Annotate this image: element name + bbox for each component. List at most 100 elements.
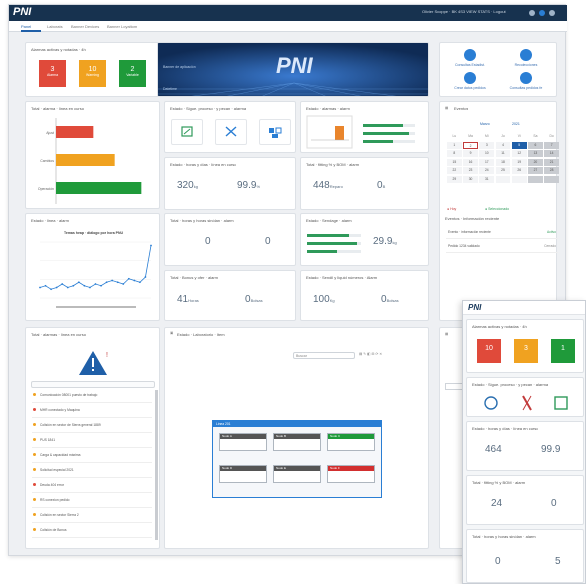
- line-point[interactable]: [55, 286, 58, 289]
- line-point[interactable]: [77, 281, 80, 284]
- calendar-day[interactable]: 4: [495, 141, 511, 149]
- quick-action-label[interactable]: Recolecciones: [508, 63, 544, 67]
- calendar-day[interactable]: 11: [495, 150, 511, 157]
- alarm-row[interactable]: Deuda 404 error: [32, 480, 152, 493]
- bar[interactable]: [56, 126, 94, 138]
- diagram-search-input[interactable]: Buscar: [293, 352, 355, 359]
- chart-tile[interactable]: [171, 119, 203, 145]
- calendar-day[interactable]: 13: [528, 150, 543, 157]
- diagram-node[interactable]: Nodo C: [327, 433, 375, 451]
- event-row[interactable]: Evento · información reciente Activo: [446, 226, 558, 239]
- calendar-day[interactable]: 17: [479, 158, 495, 166]
- user-info[interactable]: Olivier Scoppe · BK 4S3 VIEW STATS · Log…: [422, 9, 506, 14]
- calendar-day[interactable]: [511, 175, 527, 183]
- alarm-filter-input[interactable]: [31, 381, 155, 388]
- diagram-node[interactable]: Nodo F: [327, 465, 375, 483]
- collect-action-icon[interactable]: [520, 49, 532, 61]
- line-point[interactable]: [50, 288, 52, 291]
- notification-icon[interactable]: [529, 10, 535, 16]
- diagram-node[interactable]: Nodo D: [219, 465, 267, 483]
- quick-action-label[interactable]: Consultas Estadist.: [452, 63, 488, 67]
- tab-panel[interactable]: Panel: [21, 24, 31, 29]
- alarm-row[interactable]: Colisión en sector Sierra 2: [32, 510, 152, 523]
- line-point[interactable]: [61, 283, 64, 285]
- line-point[interactable]: [127, 277, 130, 280]
- line-point[interactable]: [116, 281, 119, 284]
- calendar-day[interactable]: 9: [463, 150, 478, 157]
- line-point[interactable]: [100, 284, 102, 287]
- line-point[interactable]: [89, 286, 91, 289]
- orders-action-icon[interactable]: [520, 72, 532, 84]
- calendar-day[interactable]: 25: [495, 167, 511, 174]
- calendar-day[interactable]: 8: [447, 150, 462, 157]
- line-point[interactable]: [72, 284, 75, 287]
- calendar-day[interactable]: 19: [511, 158, 527, 166]
- mobile-alarm-orange[interactable]: 3: [514, 339, 538, 363]
- calendar-day[interactable]: 30: [463, 175, 478, 183]
- quick-action-label[interactable]: Consultas pedidos fe: [508, 86, 544, 90]
- user-icon[interactable]: [549, 10, 555, 16]
- alarm-row[interactable]: MHR conectado y Maquina: [32, 405, 152, 418]
- calendar-day[interactable]: 15: [447, 158, 462, 166]
- app-logo[interactable]: PNI: [13, 6, 31, 18]
- calendar-day[interactable]: [495, 175, 511, 183]
- diagram-node[interactable]: Nodo E: [273, 465, 321, 483]
- network-tile[interactable]: [259, 119, 291, 145]
- calendar-day[interactable]: [528, 175, 543, 183]
- calendar-day[interactable]: 31: [479, 175, 495, 183]
- line-point[interactable]: [66, 286, 69, 289]
- event-row[interactable]: Pedido 1234 validado Cerrado: [446, 240, 558, 253]
- tab-banner-loyaltom[interactable]: Banner Loyaltom: [107, 24, 137, 29]
- calendar-day[interactable]: 6: [528, 141, 543, 149]
- line-point[interactable]: [150, 244, 152, 247]
- line-point[interactable]: [139, 281, 141, 284]
- bar[interactable]: [56, 154, 115, 166]
- line-point[interactable]: [122, 283, 125, 285]
- alarm-row[interactable]: PUS 1841: [32, 435, 152, 448]
- calendar-day[interactable]: 23: [463, 167, 478, 174]
- line-point[interactable]: [105, 281, 108, 284]
- mobile-logo[interactable]: PNI: [468, 303, 481, 312]
- alarm-row[interactable]: Colisión en sector de Sierra general 188…: [32, 420, 152, 433]
- alarm-row[interactable]: Solicitud especial 2021: [32, 465, 152, 478]
- calendar-day[interactable]: 5: [511, 141, 527, 149]
- stats-action-icon[interactable]: [464, 49, 476, 61]
- calendar-month[interactable]: Marzo: [480, 122, 490, 126]
- alarm-row[interactable]: RS conexion pedido: [32, 495, 152, 508]
- calendar-day[interactable]: 24: [479, 167, 495, 174]
- line-point[interactable]: [83, 284, 86, 287]
- calendar-day[interactable]: 7: [544, 141, 559, 149]
- range-slider[interactable]: [56, 306, 136, 308]
- calendar-day[interactable]: 29: [447, 175, 462, 183]
- calendar-day[interactable]: 10: [479, 150, 495, 157]
- calendar-day[interactable]: 12: [511, 150, 527, 157]
- scrollbar[interactable]: [155, 390, 158, 540]
- calendar-day[interactable]: 28: [544, 167, 559, 174]
- diagram-node[interactable]: Nodo A: [219, 433, 267, 451]
- alarm-tile-orange[interactable]: 10 Warning: [79, 60, 106, 87]
- line-point[interactable]: [39, 286, 41, 289]
- alarm-tile-red[interactable]: 3 Alarma: [39, 60, 66, 87]
- quick-action-label[interactable]: Crear datos pedidos: [452, 86, 488, 90]
- settings-icon[interactable]: [539, 10, 545, 16]
- diagram-node[interactable]: Nodo B: [273, 433, 321, 451]
- toolbar-icons[interactable]: ▤ ✎ ◧ ⊞ ⟳ ✕: [359, 352, 382, 356]
- calendar-day[interactable]: 21: [544, 158, 559, 166]
- calendar-day[interactable]: 22: [447, 167, 462, 174]
- create-action-icon[interactable]: [464, 72, 476, 84]
- line-point[interactable]: [133, 279, 136, 282]
- calendar-day[interactable]: [544, 175, 559, 183]
- calendar-year[interactable]: 2021: [512, 122, 520, 126]
- bar[interactable]: [56, 182, 142, 194]
- diagram-panel[interactable]: Linea 201 Nodo A Nodo B Nodo C Nodo D No…: [212, 420, 382, 498]
- calendar-day[interactable]: 3: [479, 141, 495, 149]
- calendar-day[interactable]: 20: [528, 158, 543, 166]
- tools-tile[interactable]: [215, 119, 247, 145]
- mobile-alarm-red[interactable]: 10: [477, 339, 501, 363]
- line-point[interactable]: [44, 284, 47, 287]
- calendar-day[interactable]: 27: [528, 167, 543, 174]
- calendar-day[interactable]: 26: [511, 167, 527, 174]
- alarm-row[interactable]: Carga & capacidad máxima: [32, 450, 152, 463]
- mobile-alarm-green[interactable]: 1: [551, 339, 575, 363]
- calendar-day[interactable]: 16: [463, 158, 478, 166]
